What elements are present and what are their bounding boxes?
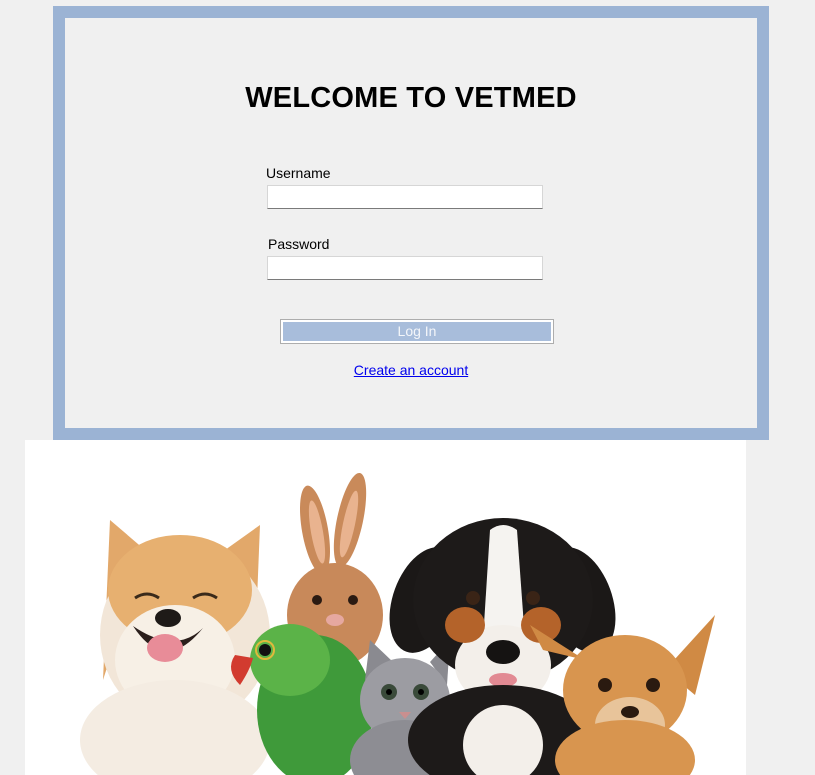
page-title: WELCOME TO VETMED bbox=[245, 82, 577, 114]
username-label: Username bbox=[266, 165, 331, 181]
login-button-label: Log In bbox=[283, 322, 551, 341]
login-frame: WELCOME TO VETMED Username Password Log … bbox=[53, 6, 769, 440]
create-account-link[interactable]: Create an account bbox=[65, 362, 757, 378]
akita-dog bbox=[80, 520, 270, 775]
password-label: Password bbox=[268, 236, 330, 252]
username-input[interactable] bbox=[267, 185, 543, 209]
password-input[interactable] bbox=[267, 256, 543, 280]
pets-photo bbox=[25, 440, 746, 775]
pets-illustration bbox=[80, 472, 715, 775]
login-button[interactable]: Log In bbox=[280, 319, 554, 344]
login-panel: WELCOME TO VETMED Username Password Log … bbox=[65, 18, 757, 428]
